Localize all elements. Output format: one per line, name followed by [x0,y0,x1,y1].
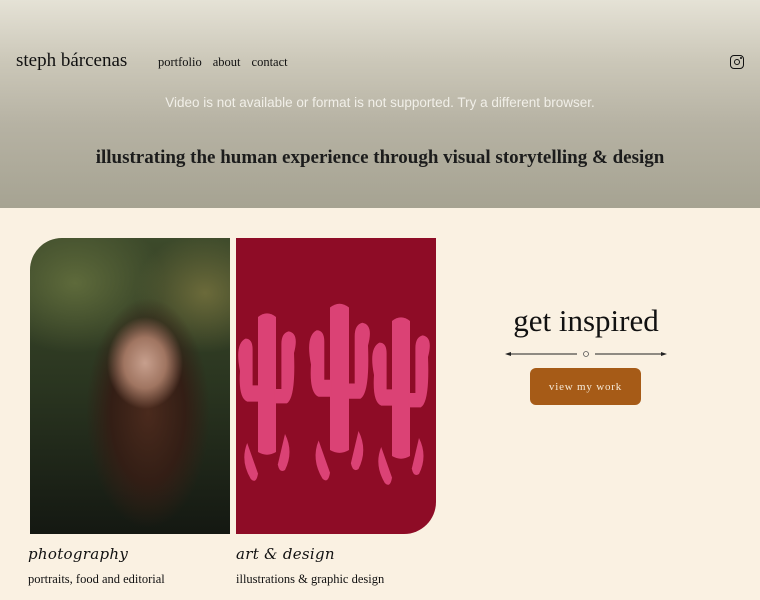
promo-heading: get inspired [513,303,659,338]
photography-caption: photography portraits, food and editoria… [28,545,165,587]
cactus-shape [309,303,370,481]
site-logo[interactable]: steph bárcenas [16,50,127,72]
instagram-icon[interactable] [730,55,744,69]
nav-contact[interactable]: contact [252,55,288,70]
video-unavailable-message: Video is not available or format is not … [165,95,595,110]
cactus-shape [238,313,296,481]
ornamental-divider [505,351,667,357]
tagline: illustrating the human experience throug… [95,147,665,168]
nav-about[interactable]: about [213,55,241,70]
hero-banner: steph bárcenas portfolio about contact V… [0,0,760,208]
cactus-pattern [238,303,430,485]
photography-card-image[interactable] [30,238,230,534]
photography-title[interactable]: photography [28,545,165,563]
art-design-caption: art & design illustrations & graphic des… [236,545,384,587]
art-design-title[interactable]: art & design [236,545,384,563]
cactus-shape [372,317,430,485]
main-nav: portfolio about contact [158,55,288,70]
art-design-subtitle: illustrations & graphic design [236,572,385,586]
view-my-work-button[interactable]: view my work [530,368,641,405]
nav-portfolio[interactable]: portfolio [158,55,202,70]
photography-subtitle: portraits, food and editorial [28,572,165,586]
art-design-card-image[interactable] [236,238,436,534]
